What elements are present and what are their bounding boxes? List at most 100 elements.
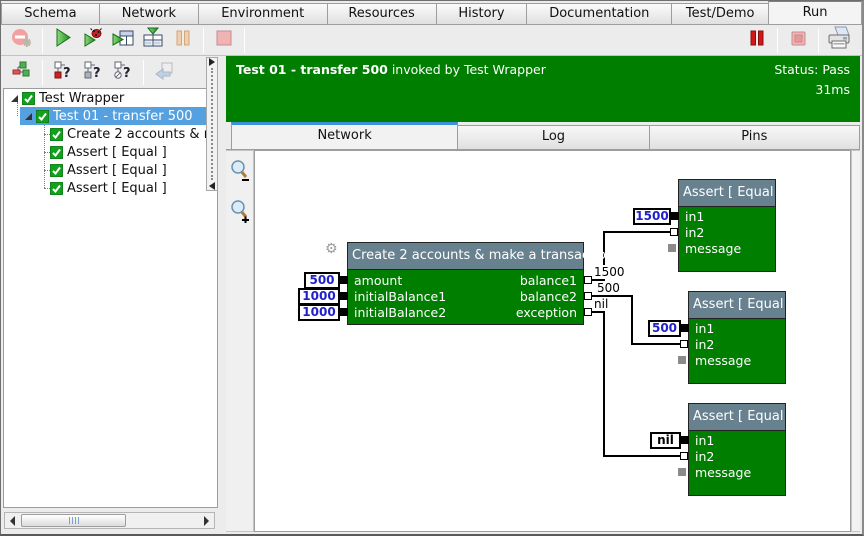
pin-label-in2: in2 xyxy=(695,337,714,353)
value-box-initialBalance2[interactable]: 1000 xyxy=(298,304,340,321)
debug-play-icon xyxy=(81,26,105,54)
node-create-accounts[interactable]: Create 2 accounts & make a transaction a… xyxy=(347,242,584,325)
pin-label-in2: in2 xyxy=(695,449,714,465)
tab-documentation[interactable]: Documentation xyxy=(526,3,672,24)
assert3-port-message[interactable] xyxy=(678,468,686,476)
toolbar-separator xyxy=(42,60,43,85)
assert1-port-in1[interactable] xyxy=(671,212,679,220)
value-box-initialBalance1[interactable]: 1000 xyxy=(298,288,340,305)
debug-button[interactable] xyxy=(78,27,108,54)
apply-result-button[interactable] xyxy=(149,59,179,86)
print-button[interactable] xyxy=(824,27,854,54)
svg-text:?: ? xyxy=(63,66,71,81)
test-status-banner: Test 01 - transfer 500 invoked by Test W… xyxy=(226,56,860,122)
stop-button-disabled[interactable] xyxy=(209,27,239,54)
scroll-right-arrow[interactable] xyxy=(199,513,214,528)
test-tree: Test Wrapper Test 01 - transfer 500 Crea… xyxy=(3,88,218,508)
value-box-assert1-in1[interactable]: 1500 xyxy=(633,208,671,225)
input-port-initialBalance2[interactable] xyxy=(340,308,348,316)
tab-log-view[interactable]: Log xyxy=(457,125,649,149)
tab-environment[interactable]: Environment xyxy=(198,3,328,24)
scrollbar-thumb[interactable] xyxy=(21,514,126,527)
pin-label-in1: in1 xyxy=(695,433,714,449)
stop-test-button[interactable] xyxy=(783,27,813,54)
wire-value-exception: nil xyxy=(593,297,609,311)
zoom-in-button[interactable] xyxy=(229,199,251,227)
toolbar-separator xyxy=(818,28,819,53)
value-box-assert3-in1[interactable]: nil xyxy=(650,432,681,449)
breakpoint-fail-button[interactable]: ? xyxy=(48,59,78,86)
gear-icon[interactable]: ⚙ xyxy=(325,242,338,256)
tab-pins-view[interactable]: Pins xyxy=(649,125,860,149)
tab-test-demo[interactable]: Test/Demo xyxy=(671,3,769,24)
run-to-table-button[interactable] xyxy=(108,27,138,54)
node-assert-3[interactable]: Assert [ Equal ] in1 in2 message xyxy=(688,403,786,496)
pause-button-disabled[interactable] xyxy=(168,27,198,54)
tree-item-test-wrapper[interactable]: Test Wrapper xyxy=(4,89,217,107)
tree-horizontal-scrollbar[interactable] xyxy=(4,512,215,529)
breakpoint-gray-icon: ? xyxy=(82,59,104,85)
pause-red-icon xyxy=(747,26,767,54)
expander-icon[interactable] xyxy=(24,112,33,121)
show-network-button[interactable] xyxy=(7,59,37,86)
input-port-amount[interactable] xyxy=(340,276,348,284)
test-name: Test 01 - transfer 500 xyxy=(236,62,388,77)
checkbox-checked-icon[interactable] xyxy=(50,128,63,141)
network-canvas[interactable]: ⚙ Create 2 accounts & make a transaction… xyxy=(254,150,851,532)
tab-network[interactable]: Network xyxy=(99,3,199,24)
tab-run[interactable]: Run xyxy=(768,0,862,24)
node-title: Assert [ Equal ] xyxy=(689,404,785,431)
breakpoint-red-icon: ? xyxy=(52,59,74,85)
load-table-button[interactable] xyxy=(138,27,168,54)
tree-item-test-01[interactable]: Test 01 - transfer 500 xyxy=(20,107,217,125)
tree-item-assert-1[interactable]: Assert [ Equal ] xyxy=(4,143,217,161)
input-port-initialBalance1[interactable] xyxy=(340,292,348,300)
node-assert-2[interactable]: Assert [ Equal ] in1 in2 message xyxy=(688,291,786,384)
tab-history[interactable]: History xyxy=(436,3,528,24)
output-port-balance2[interactable] xyxy=(584,292,592,300)
checkbox-checked-icon[interactable] xyxy=(50,164,63,177)
assert3-port-in1[interactable] xyxy=(681,436,689,444)
assert2-port-in2[interactable] xyxy=(680,340,688,348)
tree-item-assert-2[interactable]: Assert [ Equal ] xyxy=(4,161,217,179)
checkbox-checked-icon[interactable] xyxy=(50,182,63,195)
tree-toolbar: ? ? ? xyxy=(1,56,222,88)
tab-network-view[interactable]: Network xyxy=(231,122,458,149)
scroll-left-arrow[interactable] xyxy=(5,513,20,528)
tree-item-create-accounts[interactable]: Create 2 accounts & make a transaction xyxy=(4,125,217,143)
toolbar-separator xyxy=(203,28,204,53)
tree-scroll-strip[interactable] xyxy=(206,57,218,191)
assert2-port-in1[interactable] xyxy=(681,324,689,332)
run-button[interactable] xyxy=(48,27,78,54)
assert3-port-in2[interactable] xyxy=(680,452,688,460)
disconnect-button[interactable] xyxy=(7,27,37,54)
canvas-vertical-scrollbar[interactable] xyxy=(851,150,860,532)
output-port-exception[interactable] xyxy=(584,308,592,316)
stop-pink-icon xyxy=(786,26,810,54)
toolbar-separator xyxy=(143,60,144,85)
expander-icon[interactable] xyxy=(10,94,19,103)
assert2-port-message[interactable] xyxy=(678,356,686,364)
tab-schema[interactable]: Schema xyxy=(1,3,100,24)
value-box-assert2-in1[interactable]: 500 xyxy=(648,320,681,337)
test-tree-panel: ? ? ? xyxy=(1,56,222,534)
run-view-panel: Test 01 - transfer 500 invoked by Test W… xyxy=(226,56,860,532)
value-box-amount[interactable]: 500 xyxy=(304,272,340,289)
node-assert-1[interactable]: Assert [ Equal ] in1 in2 message xyxy=(678,179,776,272)
breakpoint-any-button[interactable]: ? xyxy=(78,59,108,86)
network-canvas-area: ⚙ Create 2 accounts & make a transaction… xyxy=(226,150,860,532)
assert1-port-message[interactable] xyxy=(668,244,676,252)
zoom-out-button[interactable] xyxy=(229,159,251,187)
checkbox-checked-icon[interactable] xyxy=(22,92,35,105)
assert1-port-in2[interactable] xyxy=(670,228,678,236)
toolbar-separator xyxy=(777,28,778,53)
output-port-balance1[interactable] xyxy=(584,276,592,284)
node-title: Assert [ Equal ] xyxy=(689,292,785,319)
pause-test-button[interactable] xyxy=(742,27,772,54)
checkbox-checked-icon[interactable] xyxy=(36,110,49,123)
tree-item-assert-3[interactable]: Assert [ Equal ] xyxy=(4,179,217,197)
tab-resources[interactable]: Resources xyxy=(327,3,437,24)
checkbox-checked-icon[interactable] xyxy=(50,146,63,159)
tree-item-label: Assert [ Equal ] xyxy=(67,163,167,178)
breakpoint-none-button[interactable]: ? xyxy=(108,59,138,86)
